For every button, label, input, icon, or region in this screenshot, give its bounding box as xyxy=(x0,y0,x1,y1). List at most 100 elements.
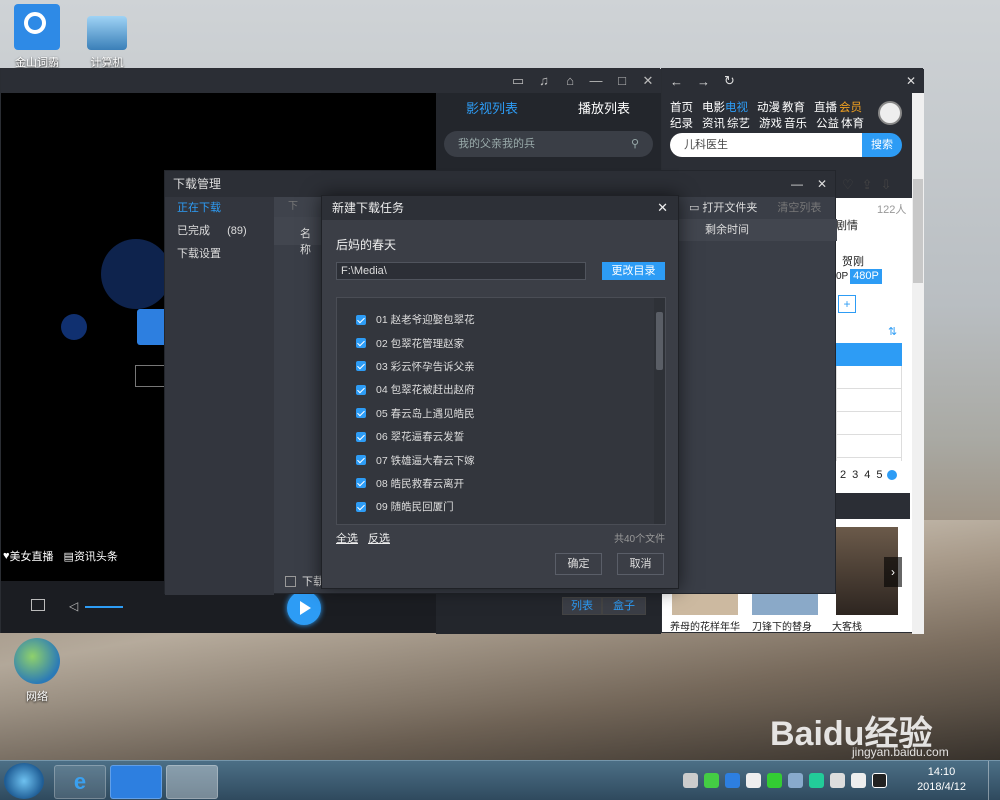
desktop-icon-kingsoft[interactable]: 金山词霸 xyxy=(2,4,72,70)
checkbox-checked[interactable] xyxy=(356,408,366,419)
tab-video-list[interactable]: 影视列表 xyxy=(436,93,548,125)
volume-slider[interactable] xyxy=(85,606,123,608)
change-directory-button[interactable]: 更改目录 xyxy=(602,262,665,280)
checkbox-checked[interactable] xyxy=(356,314,366,325)
episode-row[interactable]: 08 皓民救春云离开 xyxy=(337,472,665,495)
sort-icon[interactable]: ⇅ xyxy=(888,325,897,338)
taskbar-download-icon[interactable] xyxy=(166,765,218,799)
menu-downloading[interactable]: 正在下载 xyxy=(165,197,274,220)
nav-education[interactable]: 教育 xyxy=(782,102,805,114)
checkbox-checked[interactable] xyxy=(356,338,366,349)
skin-icon[interactable]: ⌂ xyxy=(557,69,583,93)
web-search-input[interactable]: 儿科医生 xyxy=(670,133,862,157)
box-button[interactable]: 盒子 xyxy=(602,597,646,615)
checkbox-checked[interactable] xyxy=(356,455,366,466)
minimize-icon[interactable]: — xyxy=(791,171,803,197)
episode-row[interactable]: 02 包翠花管理赵家 xyxy=(337,331,665,354)
close-icon[interactable]: ✕ xyxy=(657,196,668,220)
episode-row[interactable]: 07 铁雄逼大春云下嫁 xyxy=(337,448,665,471)
forward-icon[interactable]: → xyxy=(697,74,710,89)
refresh-icon[interactable]: ↻ xyxy=(724,73,735,89)
close-icon[interactable]: ✕ xyxy=(635,69,661,93)
back-icon[interactable]: ← xyxy=(670,74,683,89)
resolution-480p[interactable]: 480P xyxy=(850,269,882,284)
share-icon[interactable]: ⇪ xyxy=(862,177,873,193)
thumb-caption[interactable]: 大客栈 xyxy=(832,618,862,633)
nav-charity[interactable]: 公益 xyxy=(816,118,839,130)
web-search-button[interactable]: 搜索 xyxy=(862,133,902,157)
nav-music[interactable]: 音乐 xyxy=(784,118,807,130)
add-icon[interactable]: + xyxy=(838,295,856,313)
nav-sports[interactable]: 体育 xyxy=(841,118,864,130)
nav-documentary[interactable]: 纪录 xyxy=(670,118,693,130)
nav-tv[interactable]: 电视 xyxy=(725,102,748,114)
volume-icon[interactable]: ◁ xyxy=(69,599,78,613)
list-scrollbar-thumb[interactable] xyxy=(656,312,663,370)
volume-icon[interactable] xyxy=(851,773,866,788)
next-page-icon[interactable] xyxy=(886,470,897,480)
maximize-icon[interactable]: □ xyxy=(609,69,635,93)
video-search-input[interactable]: 我的父亲我的兵 ⚲ xyxy=(444,131,653,157)
minimize-icon[interactable]: — xyxy=(583,69,609,93)
security-icon[interactable] xyxy=(809,773,824,788)
checkbox-checked[interactable] xyxy=(356,431,366,442)
thumb-caption[interactable]: 养母的花样年华 xyxy=(670,618,740,633)
nav-home[interactable]: 首页 xyxy=(670,102,693,114)
invert-selection-link[interactable]: 反选 xyxy=(368,530,390,546)
checkbox-checked[interactable] xyxy=(356,478,366,489)
page-4[interactable]: 4 xyxy=(864,469,870,481)
nav-variety[interactable]: 综艺 xyxy=(727,118,750,130)
ok-button[interactable]: 确定 xyxy=(555,553,602,575)
wifi-icon[interactable] xyxy=(704,773,719,788)
episode-selected[interactable] xyxy=(836,343,902,366)
web-scrollbar-thumb[interactable] xyxy=(913,179,923,283)
qq-icon[interactable] xyxy=(872,773,887,788)
thumb-caption[interactable]: 刀锋下的替身 xyxy=(752,618,812,633)
show-desktop-button[interactable] xyxy=(988,761,1000,800)
heart-icon[interactable]: ♡ xyxy=(842,177,854,193)
page-3[interactable]: 3 xyxy=(852,469,858,481)
nav-live[interactable]: 直播 xyxy=(814,102,837,114)
tab-playlist[interactable]: 播放列表 xyxy=(548,93,660,125)
checkbox-checked[interactable] xyxy=(356,361,366,372)
list-button[interactable]: 列表 xyxy=(562,597,602,615)
episode-row[interactable]: 01 赵老爷迎娶包翠花 xyxy=(337,308,665,331)
checkbox-checked[interactable] xyxy=(356,384,366,395)
thumbnail-image[interactable] xyxy=(672,591,738,615)
save-path-input[interactable]: F:\Media\ xyxy=(336,262,586,280)
bell-icon[interactable]: ♫ xyxy=(531,69,557,93)
dm-toolbar-download[interactable]: 下 xyxy=(274,197,321,217)
menu-settings[interactable]: 下载设置 xyxy=(165,243,274,266)
player-tray-icon[interactable] xyxy=(725,773,740,788)
nav-games[interactable]: 游戏 xyxy=(759,118,782,130)
tray-app-icon[interactable] xyxy=(788,773,803,788)
close-icon[interactable]: ✕ xyxy=(906,74,916,88)
tray-app-icon[interactable] xyxy=(746,773,761,788)
folder-icon[interactable] xyxy=(31,599,45,611)
web-scrollbar[interactable] xyxy=(912,93,924,634)
keyboard-icon[interactable] xyxy=(683,773,698,788)
taskbar-ie-icon[interactable]: e xyxy=(54,765,106,799)
menu-completed[interactable]: 已完成 (89) xyxy=(165,220,274,243)
desktop-icon-computer[interactable]: 计算机 xyxy=(72,10,142,70)
list-scrollbar[interactable] xyxy=(654,298,665,524)
clock[interactable]: 14:10 2018/4/12 xyxy=(917,765,966,795)
wechat-icon[interactable] xyxy=(767,773,782,788)
page-2[interactable]: 2 xyxy=(840,469,846,481)
episode-row[interactable]: 04 包翠花被赶出赵府 xyxy=(337,378,665,401)
message-icon[interactable]: ▭ xyxy=(505,69,531,93)
tray-app-icon[interactable] xyxy=(830,773,845,788)
carousel-next-icon[interactable]: › xyxy=(884,557,902,587)
clear-list-button[interactable]: 清空列表 xyxy=(777,199,821,215)
start-button[interactable] xyxy=(4,762,44,799)
nav-vip[interactable]: 会员 xyxy=(839,102,862,114)
resolution-option[interactable]: 0P xyxy=(836,271,848,282)
download-icon[interactable]: ⇩ xyxy=(881,177,892,193)
close-icon[interactable]: ✕ xyxy=(817,171,827,197)
nav-news[interactable]: 资讯 xyxy=(702,118,725,130)
play-button[interactable] xyxy=(287,591,321,625)
episode-row[interactable]: 05 春云岛上遇见皓民 xyxy=(337,402,665,425)
checkbox-checked[interactable] xyxy=(356,501,366,512)
open-folder-button[interactable]: 打开文件夹 xyxy=(702,199,757,215)
search-icon[interactable]: ⚲ xyxy=(631,131,639,157)
